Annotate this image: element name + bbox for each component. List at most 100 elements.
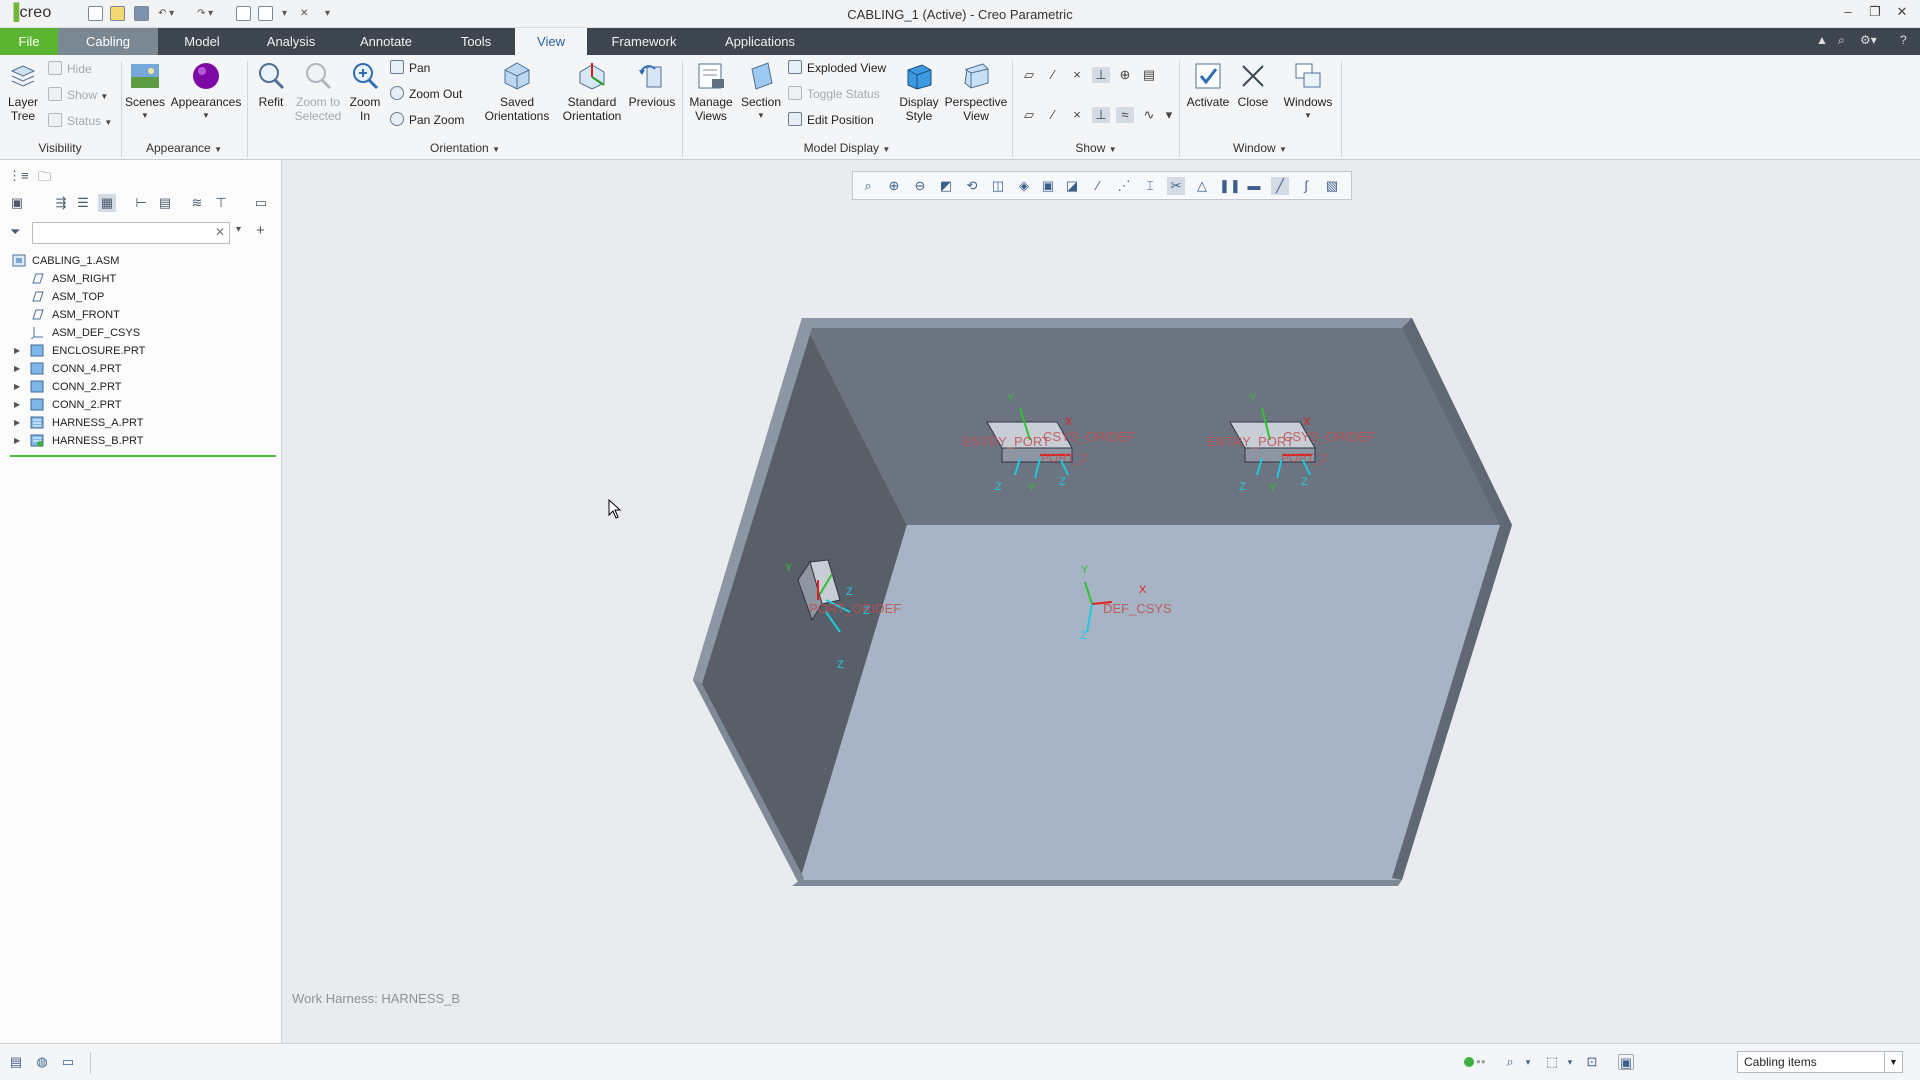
enclosure-floor[interactable] [800, 525, 1512, 880]
close-button[interactable]: Close [1232, 61, 1274, 109]
spin-icon[interactable]: ⟲ [963, 177, 981, 195]
appearances-button[interactable]: Appearances ▼ [170, 61, 242, 123]
curve-display-icon[interactable]: ╱ [1271, 177, 1289, 195]
graphics-window[interactable]: ENTRY_PORT CSYS_ORIDEF PORT_2 ENTRY_PORT… [283, 160, 1920, 1043]
axis-tag-icon[interactable]: ⁄ [1044, 107, 1062, 123]
close-icon[interactable]: ✕ [1892, 4, 1912, 20]
exploded-view-button[interactable]: Exploded View [788, 58, 886, 78]
ribbon-options-icon[interactable]: ⚙▾ [1860, 33, 1877, 47]
previous-button[interactable]: Previous [626, 61, 678, 109]
expand-arrow-icon[interactable]: ▶ [14, 396, 20, 414]
annotation-display-icon[interactable]: ⌶ [1141, 177, 1159, 195]
datum-display-icon[interactable]: ⋰ [1115, 177, 1133, 195]
refit-icon[interactable]: ⌕ [859, 177, 877, 195]
curve-display-icon[interactable]: ∿ [1140, 107, 1158, 123]
help-icon[interactable]: ? [1900, 33, 1907, 47]
tab-model[interactable]: Model [170, 28, 234, 55]
tree-search-input[interactable]: ✕ [32, 222, 230, 244]
model-tree-tab-icon[interactable]: ⋮≡ [8, 168, 29, 186]
expand-arrow-icon[interactable]: ▶ [14, 432, 20, 450]
display-style-icon[interactable]: ◈ [1015, 177, 1033, 195]
orientation-group-label[interactable]: Orientation ▼ [250, 141, 680, 155]
zoom-to-selected-button[interactable]: Zoom to Selected [292, 61, 344, 123]
annotation-display-icon[interactable]: ▤ [1140, 67, 1158, 83]
standard-orientation-button[interactable]: Standard Orientation [560, 61, 624, 123]
tab-analysis[interactable]: Analysis [256, 28, 326, 55]
layers-icon[interactable]: ≋ [188, 194, 206, 212]
appearance-icon[interactable]: ▧ [1323, 177, 1341, 195]
search-options-icon[interactable]: ▾ [236, 224, 241, 235]
selected-items-icon[interactable]: ⊡ [1584, 1054, 1600, 1070]
tab-tools[interactable]: Tools [446, 28, 506, 55]
show-group-label[interactable]: Show ▼ [1014, 141, 1178, 155]
selection-box-icon[interactable]: ⬚ [1544, 1054, 1560, 1070]
clear-search-icon[interactable]: ✕ [215, 225, 225, 239]
tab-annotate[interactable]: Annotate [350, 28, 422, 55]
show-button[interactable]: Show ▼ [48, 85, 108, 105]
add-filter-icon[interactable]: + [256, 222, 265, 239]
spin-center-icon[interactable]: ⊕ [1116, 67, 1134, 83]
tree-filter-icon[interactable]: ⇶ [52, 194, 70, 212]
insert-indicator[interactable] [10, 455, 276, 457]
csys-display-icon[interactable]: ⊥ [1092, 67, 1110, 83]
display-style-button[interactable]: Display Style [894, 61, 944, 123]
tree-expand-icon[interactable]: ⊤ [212, 194, 230, 212]
refit-button[interactable]: Refit [252, 61, 290, 109]
zoom-in-icon[interactable]: ⊕ [885, 177, 903, 195]
point-tag-icon[interactable]: × [1068, 107, 1086, 123]
warning-icon[interactable]: △ [1193, 177, 1211, 195]
regen-icon[interactable]: ▬ [1245, 177, 1263, 195]
zoom-out-icon[interactable]: ⊖ [911, 177, 929, 195]
toggle-status-button[interactable]: Toggle Status [788, 84, 880, 104]
plane-display-icon[interactable]: ⏥ [1020, 67, 1038, 83]
tab-view[interactable]: View [515, 28, 587, 55]
zoom-out-button[interactable]: Zoom Out [390, 84, 462, 104]
saved-orientations-icon[interactable]: ◫ [989, 177, 1007, 195]
cable-display-icon[interactable]: ≈ [1116, 107, 1134, 123]
tree-table-icon[interactable]: ▤ [156, 194, 174, 212]
perspective-icon[interactable]: ◪ [1063, 177, 1081, 195]
pan-zoom-button[interactable]: Pan Zoom [390, 110, 464, 130]
windows-button[interactable]: Windows ▼ [1280, 61, 1336, 123]
collapse-ribbon-icon[interactable]: ▲ [1816, 33, 1828, 47]
expand-arrow-icon[interactable]: ▶ [14, 342, 20, 360]
tree-structure-icon[interactable]: ⊢ [132, 194, 150, 212]
window-group-label[interactable]: Window ▼ [1180, 141, 1340, 155]
restore-icon[interactable]: ❐ [1865, 4, 1885, 20]
appearance-group-label[interactable]: Appearance ▼ [122, 141, 246, 155]
zoom-in-button[interactable]: Zoom In [346, 61, 384, 123]
saved-orientations-button[interactable]: Saved Orientations [470, 61, 564, 123]
selection-dropdown-icon[interactable]: ▾ [1562, 1054, 1578, 1070]
toggle-browser-icon[interactable]: ◍ [34, 1054, 50, 1070]
tab-file[interactable]: File [0, 28, 58, 55]
chevron-down-icon[interactable]: ▼ [1884, 1052, 1902, 1072]
full-screen-icon[interactable]: ▭ [60, 1054, 76, 1070]
expand-arrow-icon[interactable]: ▶ [14, 414, 20, 432]
point-display-icon[interactable]: × [1068, 67, 1086, 83]
pause-icon[interactable]: ❚❚ [1219, 177, 1241, 195]
folder-browser-tab-icon[interactable]: 🗀 [38, 168, 56, 186]
section-icon[interactable]: ⁄ [1089, 177, 1107, 195]
show-dropdown-icon[interactable]: ▾ [1160, 107, 1178, 123]
plane-tag-icon[interactable]: ⏥ [1020, 107, 1038, 123]
model-tree-icon[interactable]: ▣ [8, 194, 26, 212]
scenes-button[interactable]: Scenes ▼ [124, 61, 166, 123]
axis-display-icon[interactable]: ⁄ [1044, 67, 1062, 83]
cable-display-icon[interactable]: ✂ [1167, 177, 1185, 195]
pan-button[interactable]: Pan [390, 58, 430, 78]
perspective-view-button[interactable]: Perspective View [944, 61, 1008, 123]
layer-tree-button[interactable]: Layer Tree [4, 61, 42, 123]
tab-framework[interactable]: Framework [600, 28, 688, 55]
manage-views-button[interactable]: Manage Views [686, 61, 736, 123]
camera-icon[interactable]: ▣ [1039, 177, 1057, 195]
wire-icon[interactable]: ∫ [1297, 177, 1315, 195]
expand-arrow-icon[interactable]: ▶ [14, 378, 20, 396]
tree-settings-icon[interactable]: ▦ [98, 194, 116, 212]
hide-button[interactable]: Hide [48, 59, 92, 79]
minimize-icon[interactable]: – [1838, 4, 1858, 19]
edit-position-button[interactable]: Edit Position [788, 110, 874, 130]
activate-button[interactable]: Activate [1184, 61, 1232, 109]
enclosure-back-wall[interactable] [802, 318, 1512, 525]
smart-filter-icon[interactable]: ▣ [1618, 1054, 1634, 1070]
csys-tag-icon[interactable]: ⊥ [1092, 107, 1110, 123]
